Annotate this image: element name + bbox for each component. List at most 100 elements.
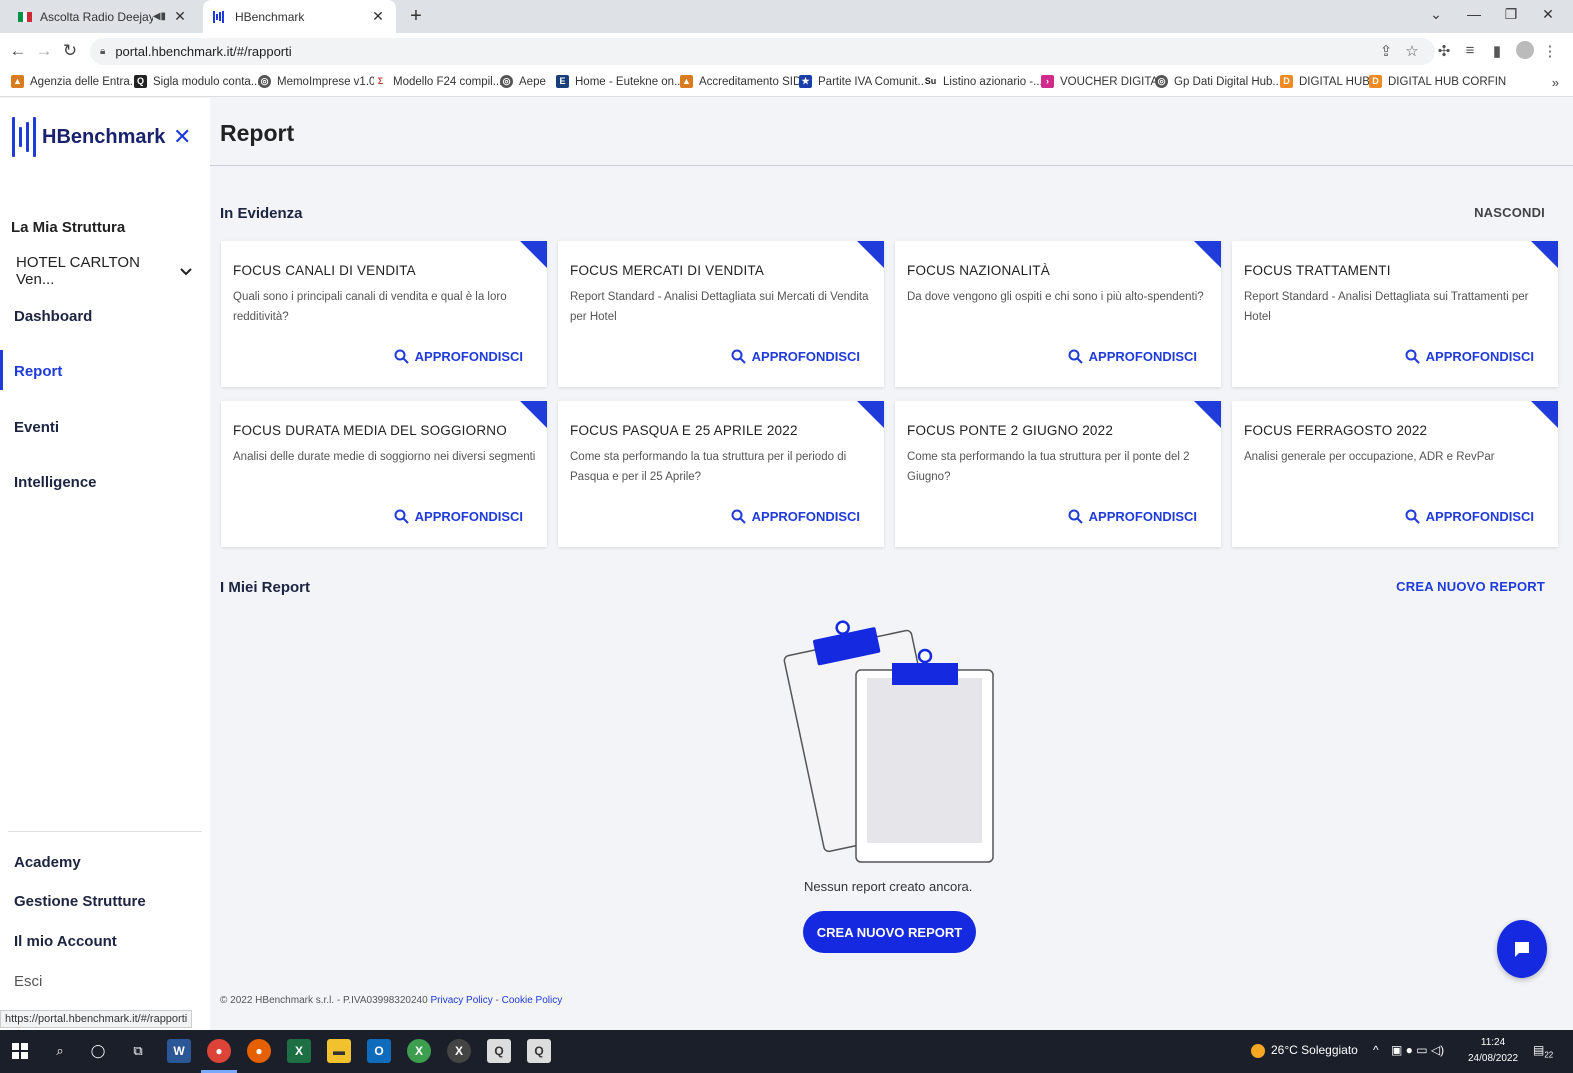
outlook-icon[interactable]: O (367, 1039, 391, 1063)
lock-icon[interactable]: 🔒︎ (100, 46, 105, 57)
approfondisci-label: APPROFONDISCI (1425, 349, 1534, 364)
hotel-name: HOTEL CARLTON Ven... (16, 254, 140, 288)
card-title: FOCUS CANALI DI VENDITA (233, 263, 416, 278)
search-icon (1405, 349, 1420, 364)
create-report-link[interactable]: CREA NUOVO REPORT (1396, 579, 1545, 594)
tab-radio-deejay[interactable]: Ascolta Radio Deejay diretta ◀▮ ✕ (8, 0, 198, 33)
side-panel-icon[interactable]: ▮ (1487, 42, 1507, 60)
approfondisci-button[interactable]: APPROFONDISCI (1068, 349, 1197, 364)
bookmark-item[interactable]: › VOUCHER DIGITAL (1041, 75, 1165, 88)
bookmark-item[interactable]: Su Listino azionario -... (924, 75, 1043, 88)
restore-icon[interactable]: ❐ (1501, 6, 1521, 23)
hotel-selector[interactable]: HOTEL CARLTON Ven... (16, 254, 192, 288)
card-corner-marker (1194, 241, 1221, 268)
bookmark-item[interactable]: D DIGITAL HUB (1280, 75, 1370, 88)
bookmark-item[interactable]: ◎ Gp Dati Digital Hub... (1155, 75, 1282, 88)
card-description: Quali sono i principali canali di vendit… (233, 291, 507, 323)
sidebar-item-account[interactable]: Il mio Account (14, 933, 117, 950)
sidebar-item-dashboard[interactable]: Dashboard (14, 308, 92, 325)
sidebar-item-logout[interactable]: Esci (14, 973, 42, 990)
app-icon[interactable]: Q (527, 1039, 551, 1063)
app-icon[interactable]: X (407, 1039, 431, 1063)
sidebar-item-gestione-strutture[interactable]: Gestione Strutture (14, 893, 146, 910)
sidebar-item-eventi[interactable]: Eventi (14, 419, 59, 436)
clock[interactable]: 11:24 24/08/2022 (1468, 1035, 1518, 1067)
footer-separator: - (495, 995, 499, 1006)
task-view-icon[interactable]: ⧉ (126, 1039, 150, 1063)
close-sidebar-icon[interactable]: ✕ (173, 124, 191, 150)
sidebar-item-academy[interactable]: Academy (14, 854, 81, 871)
word-icon[interactable]: W (167, 1039, 191, 1063)
close-window-icon[interactable]: ✕ (1538, 6, 1558, 23)
app-icon[interactable]: Q (487, 1039, 511, 1063)
excel-icon[interactable]: X (287, 1039, 311, 1063)
hbenchmark-favicon-icon (213, 10, 227, 23)
approfondisci-button[interactable]: APPROFONDISCI (394, 349, 523, 364)
minimize-icon[interactable]: — (1464, 6, 1484, 22)
report-card: FOCUS TRATTAMENTI Report Standard - Anal… (1232, 241, 1558, 387)
star-bookmark-icon[interactable]: ☆ (1402, 42, 1422, 60)
approfondisci-button[interactable]: APPROFONDISCI (1405, 349, 1534, 364)
speaker-icon[interactable]: ◀▮ (153, 11, 166, 22)
cortana-icon[interactable]: ◯ (86, 1039, 110, 1063)
bookmark-item[interactable]: ★ Partite IVA Comunit... (799, 75, 927, 88)
close-tab-icon[interactable]: ✕ (370, 8, 386, 25)
hide-featured-button[interactable]: NASCONDI (1474, 205, 1545, 220)
card-corner-marker (520, 241, 547, 268)
bookmark-label: Sigla modulo conta... (153, 75, 261, 88)
sidebar-item-report[interactable]: Report (14, 363, 62, 380)
approfondisci-button[interactable]: APPROFONDISCI (731, 509, 860, 524)
url-field[interactable]: 🔒︎ portal.hbenchmark.it/#/rapporti (90, 38, 1435, 65)
create-report-button[interactable]: CREA NUOVO REPORT (803, 911, 976, 953)
hbenchmark-logo[interactable]: HBenchmark (12, 116, 165, 158)
tab-search-chevron-icon[interactable]: ⌄ (1426, 6, 1446, 23)
privacy-policy-link[interactable]: Privacy Policy (430, 995, 492, 1006)
tab-hbenchmark[interactable]: HBenchmark ✕ (203, 0, 396, 33)
reload-icon[interactable]: ↻ (59, 41, 81, 61)
more-bookmarks-icon[interactable]: » (1552, 75, 1559, 90)
notifications-icon[interactable]: ▤22 (1533, 1043, 1553, 1059)
approfondisci-button[interactable]: APPROFONDISCI (731, 349, 860, 364)
card-corner-marker (1531, 401, 1558, 428)
sidebar-item-intelligence[interactable]: Intelligence (14, 474, 97, 491)
approfondisci-button[interactable]: APPROFONDISCI (394, 509, 523, 524)
bookmark-item[interactable]: E Home - Eutekne on... (556, 75, 684, 88)
bookmark-item[interactable]: Σ Modello F24 compil... (374, 75, 502, 88)
approfondisci-label: APPROFONDISCI (1088, 349, 1197, 364)
forward-arrow-icon[interactable]: → (33, 41, 55, 61)
app-icon[interactable]: X (447, 1039, 471, 1063)
search-icon[interactable]: ⌕ (48, 1039, 72, 1063)
chat-button[interactable] (1497, 920, 1547, 978)
new-tab-icon[interactable]: + (405, 5, 427, 28)
card-title: FOCUS MERCATI DI VENDITA (570, 263, 765, 278)
firefox-icon[interactable]: ● (247, 1039, 271, 1063)
clock-date: 24/08/2022 (1468, 1053, 1519, 1064)
share-icon[interactable]: ⇪ (1376, 42, 1396, 60)
approfondisci-button[interactable]: APPROFONDISCI (1068, 509, 1197, 524)
su-icon: Su (924, 75, 937, 88)
chrome-icon[interactable]: ● (207, 1039, 231, 1063)
file-explorer-icon[interactable]: ▬ (327, 1039, 351, 1063)
cookie-policy-link[interactable]: Cookie Policy (502, 995, 563, 1006)
bookmark-item[interactable]: Q Sigla modulo conta... (134, 75, 260, 88)
bookmark-item[interactable]: D DIGITAL HUB CORFIN (1369, 75, 1506, 88)
reading-list-icon[interactable]: ≡ (1460, 42, 1480, 59)
extensions-icon[interactable]: ✣ (1434, 42, 1454, 60)
bookmark-item[interactable]: ▲ Agenzia delle Entra... (11, 75, 139, 88)
windows-start-icon[interactable] (8, 1039, 32, 1063)
bookmark-item[interactable]: ◎ Aepe (500, 75, 546, 88)
search-icon (1405, 509, 1420, 524)
bookmark-item[interactable]: ◎ MemoImprese v1.0 (258, 75, 375, 88)
weather-widget[interactable]: 26°C Soleggiato (1251, 1043, 1358, 1058)
approfondisci-button[interactable]: APPROFONDISCI (1405, 509, 1534, 524)
eu-icon: ★ (799, 75, 812, 88)
profile-avatar-icon[interactable] (1516, 41, 1534, 59)
tray-icons[interactable]: ▣ ● ▭ ◁) (1391, 1043, 1444, 1057)
menu-kebab-icon[interactable]: ⋮ (1540, 42, 1560, 60)
structure-heading: La Mia Struttura (11, 219, 126, 236)
close-tab-icon[interactable]: ✕ (172, 8, 188, 25)
report-card: FOCUS PASQUA E 25 APRILE 2022 Come sta p… (558, 401, 884, 547)
back-arrow-icon[interactable]: ← (7, 41, 29, 61)
tray-chevron-icon[interactable]: ^ (1373, 1043, 1379, 1057)
bookmark-item[interactable]: ▲ Accreditamento SID (680, 75, 801, 88)
